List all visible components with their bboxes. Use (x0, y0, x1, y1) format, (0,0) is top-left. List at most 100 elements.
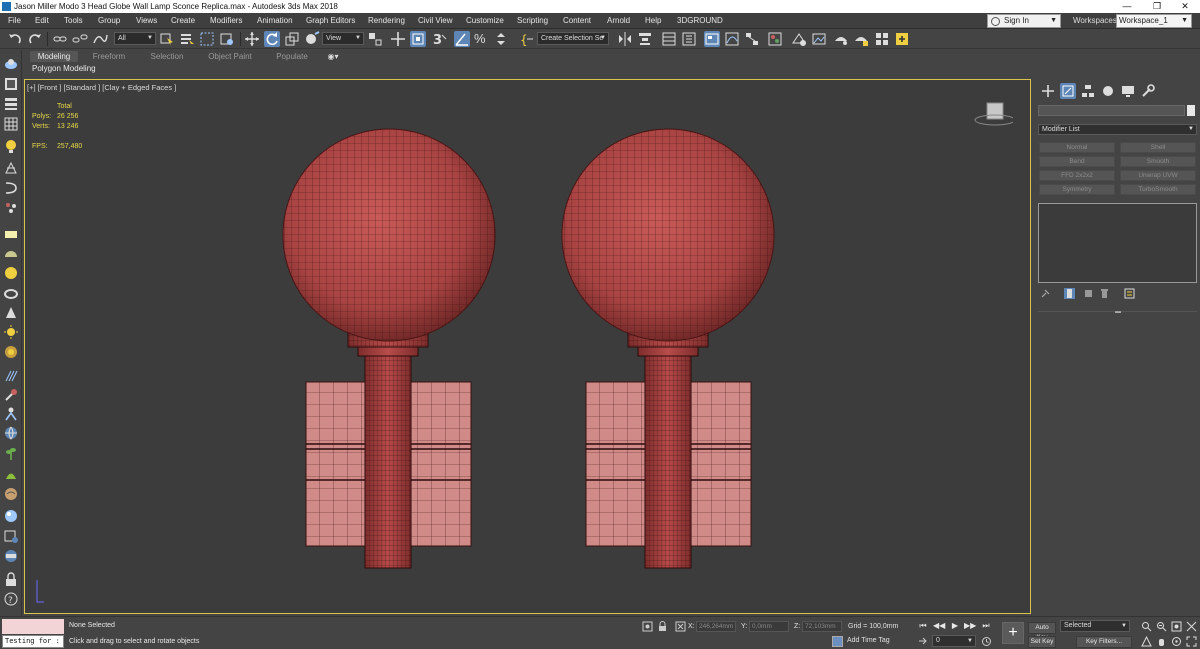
plugin-yellow-icon[interactable] (894, 31, 910, 47)
configure-sets-icon[interactable] (1124, 288, 1135, 299)
zoom-extents-all-icon[interactable] (1186, 621, 1197, 632)
material-sphere-icon[interactable] (3, 508, 19, 524)
explorer-icon[interactable] (3, 76, 19, 92)
modifier-unwrap-uvw-button[interactable]: Unwrap UVW (1120, 170, 1196, 181)
menu-create[interactable]: Create (171, 15, 195, 27)
redo-icon[interactable] (27, 31, 43, 47)
menu-help[interactable]: Help (645, 15, 661, 27)
light-bulb-icon[interactable] (3, 138, 19, 154)
select-by-name-icon[interactable] (179, 31, 195, 47)
schematic-view-icon[interactable] (744, 31, 760, 47)
time-configuration-icon[interactable] (981, 636, 992, 647)
grid-icon[interactable] (3, 116, 19, 132)
zoom-extents-icon[interactable] (1171, 621, 1182, 632)
field-of-view-icon[interactable] (1141, 636, 1152, 647)
shape-icon[interactable] (3, 180, 19, 196)
sign-in-button[interactable]: Sign In ▼ (987, 14, 1061, 28)
lock-icon[interactable] (3, 572, 19, 588)
object-color-swatch[interactable] (1187, 105, 1195, 116)
ribbon-tab-populate[interactable]: Populate (272, 51, 312, 62)
render-setup-icon[interactable] (791, 31, 807, 47)
ribbon-options-icon[interactable]: ◉▾ (324, 51, 342, 62)
add-time-tag-button[interactable]: Add Time Tag (832, 636, 890, 647)
cone-icon[interactable] (3, 305, 19, 321)
character-icon[interactable] (3, 406, 19, 422)
menu-arnold[interactable]: Arnold (607, 15, 630, 27)
create-tab-icon[interactable] (1040, 83, 1056, 99)
scale-icon[interactable] (284, 31, 300, 47)
move-icon[interactable] (244, 31, 260, 47)
modifier-ffd-button[interactable]: FFD 2x2x2 (1039, 170, 1115, 181)
sphere-icon[interactable] (3, 265, 19, 281)
modifier-smooth-button[interactable]: Smooth (1120, 156, 1196, 167)
motion-tab-icon[interactable] (1100, 83, 1116, 99)
ribbon-tab-selection[interactable]: Selection (144, 51, 190, 62)
modifier-normal-button[interactable]: Normal (1039, 142, 1115, 153)
hierarchy-tab-icon[interactable] (1080, 83, 1096, 99)
modifier-shell-button[interactable]: Shell (1120, 142, 1196, 153)
menu-graph-editors[interactable]: Graph Editors (306, 15, 355, 27)
render-in-cloud-icon[interactable] (874, 31, 890, 47)
angle-snap-icon[interactable] (454, 31, 470, 47)
keyboard-shortcut-toggle-icon[interactable] (410, 31, 426, 47)
workspace-dropdown[interactable]: Workspace_1 ▼ (1116, 14, 1192, 28)
maxscript-output[interactable] (2, 619, 64, 634)
selection-lock-icon[interactable] (657, 621, 668, 632)
create-icon[interactable] (3, 56, 19, 72)
next-frame-icon[interactable]: ▶▶ (964, 620, 976, 632)
material-editor-icon[interactable] (767, 31, 783, 47)
unlink-icon[interactable] (72, 31, 88, 47)
modifier-turbosmooth-button[interactable]: TurboSmooth (1120, 184, 1196, 195)
menu-modifiers[interactable]: Modifiers (210, 15, 242, 27)
remove-modifier-icon[interactable] (1099, 288, 1110, 299)
menu-civil-view[interactable]: Civil View (418, 15, 453, 27)
spinner-snap-icon[interactable] (493, 31, 509, 47)
menu-rendering[interactable]: Rendering (368, 15, 405, 27)
isolate-icon[interactable] (642, 621, 653, 632)
menu-content[interactable]: Content (563, 15, 591, 27)
scene-explorer-icon[interactable] (661, 31, 677, 47)
menu-file[interactable]: File (8, 15, 21, 27)
front-viewport[interactable]: [+] [Front ] [Standard ] [Clay + Edged F… (24, 79, 1031, 614)
modifier-symmetry-button[interactable]: Symmetry (1039, 184, 1115, 195)
rotate-icon[interactable] (264, 31, 280, 47)
select-object-icon[interactable] (159, 31, 175, 47)
zoom-all-icon[interactable] (1156, 621, 1167, 632)
pivot-center-icon[interactable] (367, 31, 383, 47)
restore-button[interactable]: ❐ (1142, 0, 1172, 13)
hair-fur-icon[interactable] (3, 368, 19, 384)
previous-frame-icon[interactable]: ◀◀ (933, 620, 945, 632)
pan-hand-icon[interactable] (1156, 636, 1167, 647)
menu-edit[interactable]: Edit (35, 15, 49, 27)
menu-animation[interactable]: Animation (257, 15, 293, 27)
plane-icon[interactable] (3, 226, 19, 242)
select-manipulate-icon[interactable] (390, 31, 406, 47)
y-coordinate-field[interactable]: 0,0mm (749, 621, 789, 632)
menu-3dground[interactable]: 3DGROUND (677, 15, 723, 27)
zoom-icon[interactable] (1141, 621, 1152, 632)
auto-key-button[interactable]: Auto Key (1028, 622, 1056, 641)
hemisphere-icon[interactable] (3, 246, 19, 262)
render-frame-icon[interactable] (3, 528, 19, 544)
rendered-frame-icon[interactable] (811, 31, 827, 47)
viewcube-icon[interactable] (973, 102, 1013, 128)
viewport-label[interactable]: [+] [Front ] [Standard ] [Clay + Edged F… (27, 83, 176, 92)
show-end-result-icon[interactable] (1064, 288, 1075, 299)
set-key-mode-icon[interactable]: + (1002, 622, 1024, 644)
time-config-arrow-icon[interactable] (917, 636, 928, 647)
layer-icon[interactable] (3, 96, 19, 112)
go-to-end-icon[interactable]: ⏭ (980, 620, 992, 632)
selection-filter-dropdown[interactable]: All ▼ (114, 32, 156, 45)
ribbon-tab-modeling[interactable]: Modeling (30, 51, 78, 62)
brush-icon[interactable] (3, 387, 19, 403)
key-filters-button[interactable]: Key Filters... (1076, 636, 1132, 648)
go-to-start-icon[interactable]: ⏮ (917, 620, 929, 632)
pin-stack-icon[interactable] (1040, 288, 1051, 299)
polygon-modeling-bar[interactable]: Polygon Modeling (24, 63, 1034, 75)
reference-coord-dropdown[interactable]: View ▼ (322, 32, 364, 45)
link-icon[interactable] (52, 31, 68, 47)
toggle-ribbon-icon[interactable] (704, 31, 720, 47)
edit-named-selection-icon[interactable]: { (519, 31, 535, 47)
modifier-stack[interactable] (1038, 203, 1197, 283)
sun-icon[interactable] (3, 324, 19, 340)
